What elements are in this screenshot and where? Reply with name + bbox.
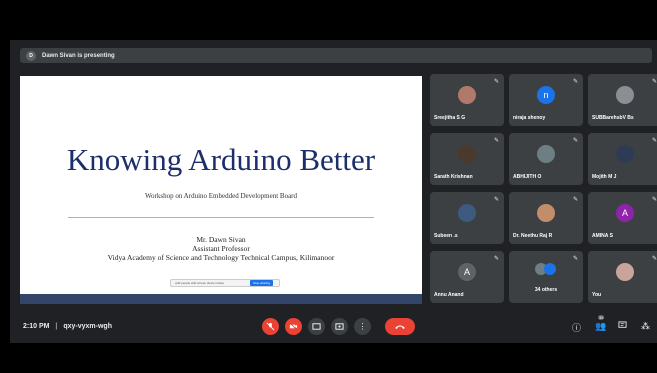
initial-avatar: A [616,204,634,222]
slide-bottom-bar [20,294,422,304]
presenter-avatar: D [26,50,36,61]
muted-mic-icon: ✎ [651,138,657,144]
clock: 2:10 PM [23,323,50,330]
muted-mic-icon: ✎ [651,197,657,203]
participant-tile[interactable]: ✎ SUBBarehsbV Bs [588,74,657,126]
present-button[interactable] [331,318,348,335]
participant-name: SUBBarehsbV Bs [592,115,634,121]
mic-off-icon [266,322,275,331]
muted-mic-icon: ✎ [572,197,578,203]
share-snackbar: Add people with screen share invites Sto… [170,279,280,287]
people-icon: 👥 [595,321,607,331]
share-snackbar-text: Add people with screen share invites [175,281,224,285]
leave-call-icon [395,325,405,329]
present-screen-icon [335,323,344,330]
photo-avatar [458,86,476,104]
muted-mic-icon: ✎ [651,256,657,262]
stop-sharing-button[interactable]: Stop sharing [250,280,273,286]
people-count: 35 [598,315,605,320]
muted-mic-icon: ✎ [493,256,499,262]
photo-avatar [616,145,634,163]
participant-name: Annu Anand [434,292,464,298]
captions-icon [312,323,321,330]
photo-avatar [537,204,555,222]
participant-name: 34 others [534,287,558,293]
participant-name: You [592,292,602,298]
slide-divider [68,217,374,218]
camera-off-icon [289,322,298,331]
participant-tile[interactable]: ✎ ABHIJITH O [509,133,583,185]
participant-name: Sarath Krishnan [434,174,473,180]
slide-title: Knowing Arduino Better [66,142,376,177]
photo-avatar [458,204,476,222]
meeting-code: qxy-vyxm-wgh [63,323,112,330]
participant-name: niraja shenoy [513,115,546,121]
participant-name: ABHIJITH O [513,174,542,180]
initial-avatar: A [458,263,476,281]
mic-toggle-button[interactable] [262,318,279,335]
participant-tile[interactable]: ✎ A AMINA S [588,192,657,244]
muted-mic-icon: ✎ [572,79,578,85]
participant-name: Sreejitha S G [434,115,466,121]
photo-avatar [537,145,555,163]
more-options-icon: ⋮ [358,322,367,331]
chat-button[interactable] [618,321,627,332]
initial-avatar: n [537,86,555,104]
participant-tile[interactable]: ✎ 34 others [509,251,583,303]
muted-mic-icon: ✎ [651,79,657,85]
leave-call-button[interactable] [385,318,415,335]
participant-tile[interactable]: ✎ Mojith M J [588,133,657,185]
slide-subtitle: Workshop on Arduino Embedded Development… [144,192,298,200]
captions-button[interactable] [308,318,325,335]
muted-mic-icon: ✎ [572,256,578,262]
muted-mic-icon: ✎ [493,197,499,203]
slide-role: Assistant Professor [192,244,250,253]
participant-tile[interactable]: ✎ You [588,251,657,303]
participant-tile[interactable]: ✎ Subeen .s [430,192,504,244]
camera-toggle-button[interactable] [285,318,302,335]
people-button[interactable]: 35 👥 [595,315,607,332]
meeting-info: 2:10 PM | qxy-vyxm-wgh [23,323,112,330]
participant-name: Mojith M J [592,174,617,180]
participant-name: Subeen .s [434,233,458,239]
participant-tile[interactable]: ✎ A Annu Anand [430,251,504,303]
presenting-banner: D Dawn Sivan is presenting [20,48,652,63]
meeting-details-button[interactable]: ⓘ [572,321,581,334]
more-options-button[interactable]: ⋮ [354,318,371,335]
separator: | [55,323,58,330]
meet-window: D Dawn Sivan is presenting Knowing Ardui… [10,40,657,343]
photo-avatar [616,263,634,281]
photo-avatar [458,145,476,163]
participant-name: Dr. Neethu Raj R [513,233,553,239]
muted-mic-icon: ✎ [493,79,499,85]
slide-presenter: Mr. Dawn Sivan [196,235,246,244]
muted-mic-icon: ✎ [493,138,499,144]
info-icon: ⓘ [572,323,582,333]
others-avatar-group [535,263,557,277]
avatar [544,263,556,275]
slide-institution: Vidya Academy of Science and Technology … [107,253,335,262]
bottom-toolbar: 2:10 PM | qxy-vyxm-wgh ⋮ ⓘ 35 👥 ⁂ [10,313,657,343]
participant-tile[interactable]: ✎ Sarath Krishnan [430,133,504,185]
participant-tile[interactable]: ✎ Sreejitha S G [430,74,504,126]
participant-name: AMINA S [592,233,613,239]
activities-button[interactable]: ⁂ [641,321,650,332]
muted-mic-icon: ✎ [572,138,578,144]
participant-tile[interactable]: ✎ n niraja shenoy [509,74,583,126]
shared-screen: Knowing Arduino Better Workshop on Ardui… [20,76,422,304]
participant-tile[interactable]: ✎ Dr. Neethu Raj R [509,192,583,244]
presenting-text: Dawn Sivan is presenting [42,52,115,59]
photo-avatar [616,86,634,104]
activities-icon: ⁂ [641,321,650,331]
chat-icon [618,321,627,328]
